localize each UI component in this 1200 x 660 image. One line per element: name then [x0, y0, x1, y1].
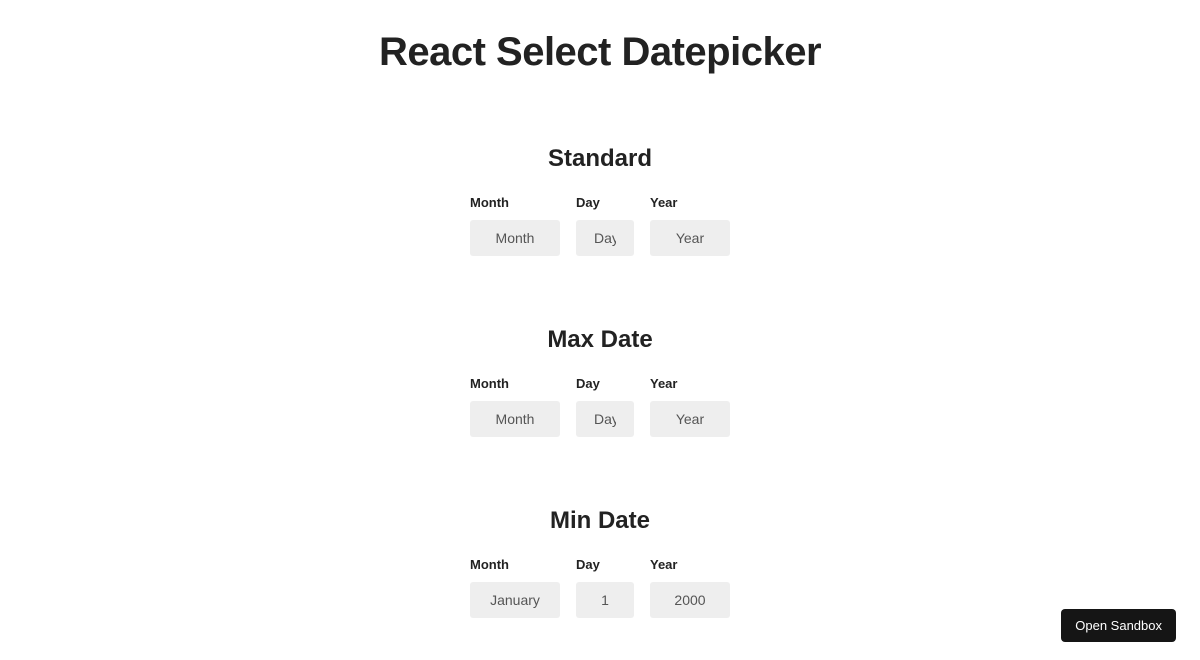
month-label: Month	[470, 557, 509, 572]
section-max-date: Max Date Month Month Day Day Year Year	[0, 326, 1200, 437]
day-select[interactable]: Day	[576, 401, 634, 437]
day-field: Day Day	[576, 376, 634, 437]
day-label: Day	[576, 376, 600, 391]
day-select[interactable]: 1	[576, 582, 634, 618]
year-field: Year Year	[650, 376, 730, 437]
month-select[interactable]: Month	[470, 220, 560, 256]
day-field: Day 1	[576, 557, 634, 618]
section-heading: Max Date	[0, 326, 1200, 354]
year-select[interactable]: 2000	[650, 582, 730, 618]
date-row: Month Month Day Day Year Year	[0, 376, 1200, 437]
year-field: Year Year	[650, 195, 730, 256]
year-select[interactable]: Year	[650, 220, 730, 256]
page-title: React Select Datepicker	[0, 30, 1200, 75]
day-label: Day	[576, 195, 600, 210]
month-field: Month Month	[470, 195, 560, 256]
date-row: Month January Day 1 Year 2000	[0, 557, 1200, 618]
year-label: Year	[650, 376, 677, 391]
month-label: Month	[470, 376, 509, 391]
day-select[interactable]: Day	[576, 220, 634, 256]
section-min-date: Min Date Month January Day 1 Year 2000	[0, 507, 1200, 618]
month-select[interactable]: January	[470, 582, 560, 618]
day-label: Day	[576, 557, 600, 572]
section-heading: Standard	[0, 145, 1200, 173]
open-sandbox-button[interactable]: Open Sandbox	[1061, 609, 1176, 642]
month-select[interactable]: Month	[470, 401, 560, 437]
year-label: Year	[650, 195, 677, 210]
year-label: Year	[650, 557, 677, 572]
month-field: Month Month	[470, 376, 560, 437]
month-label: Month	[470, 195, 509, 210]
year-select[interactable]: Year	[650, 401, 730, 437]
section-heading: Min Date	[0, 507, 1200, 535]
day-field: Day Day	[576, 195, 634, 256]
month-field: Month January	[470, 557, 560, 618]
year-field: Year 2000	[650, 557, 730, 618]
section-standard: Standard Month Month Day Day Year Year	[0, 145, 1200, 256]
date-row: Month Month Day Day Year Year	[0, 195, 1200, 256]
